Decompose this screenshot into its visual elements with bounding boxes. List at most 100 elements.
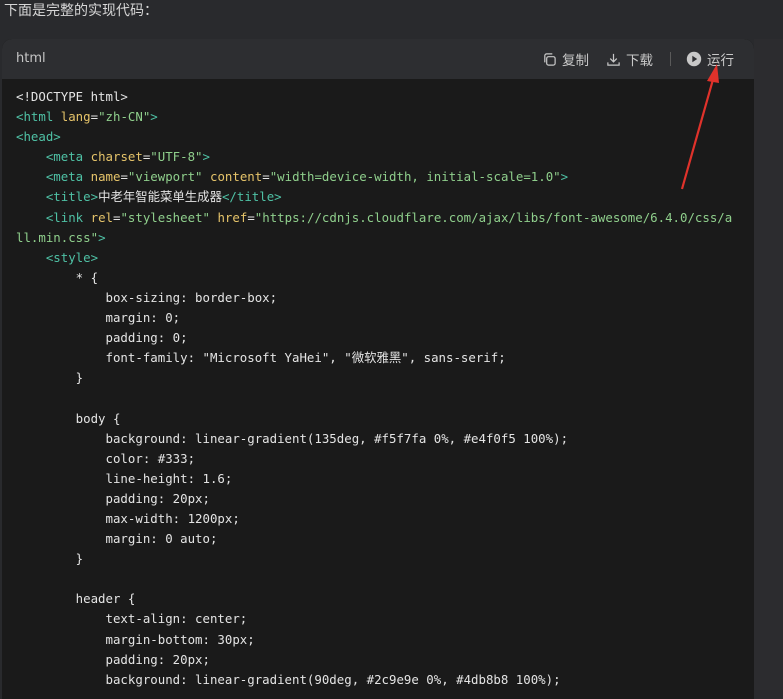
code-token: padding: 20px; — [16, 490, 210, 506]
code-token: "https://cdnjs.cloudflare.com/ajax/libs/… — [254, 209, 733, 225]
code-token: } — [16, 551, 84, 567]
code-line: margin: 0 auto; — [16, 529, 746, 549]
code-line: font-family: "Microsoft YaHei", "微软雅黑", … — [16, 348, 746, 368]
code-block-header: html 复制 下载 运行 — [2, 39, 754, 79]
code-token: padding: 20px; — [16, 651, 210, 667]
code-line: padding: 20px; — [16, 489, 746, 509]
code-line: <html lang="zh-CN"> — [16, 107, 746, 127]
code-token: margin-bottom: 30px; — [16, 631, 255, 647]
code-token: background: linear-gradient(135deg, #f5f… — [16, 430, 569, 446]
code-token: "stylesheet" — [120, 209, 210, 225]
intro-text: 下面是完整的实现代码： — [4, 3, 158, 19]
code-token: "width=device-width, initial-scale=1.0" — [269, 169, 561, 185]
code-token: content — [210, 169, 263, 185]
code-line: margin-bottom: 30px; — [16, 630, 746, 650]
code-token: header { — [16, 591, 136, 607]
code-content[interactable]: <!DOCTYPE html> <html lang="zh-CN"> <head>… — [16, 87, 746, 690]
code-line: padding: 0; — [16, 328, 746, 348]
copy-label: 复制 — [562, 53, 589, 69]
code-token: line-height: 1.6; — [16, 470, 233, 486]
copy-icon — [542, 52, 557, 67]
code-line: <head> — [16, 127, 746, 147]
code-token: rel — [90, 209, 113, 225]
run-label: 运行 — [707, 53, 734, 69]
code-token: margin: 0 auto; — [16, 531, 218, 547]
code-token: <!DOCTYPE html> — [16, 89, 128, 104]
code-token: ll.min.css" — [16, 229, 99, 245]
code-token: margin: 0; — [16, 310, 181, 326]
code-token: } — [16, 370, 84, 386]
code-line: background: linear-gradient(90deg, #2c9e… — [16, 670, 746, 690]
code-token: > — [202, 149, 210, 165]
code-token: <html — [16, 109, 61, 125]
code-token: background: linear-gradient(90deg, #2c9e… — [16, 671, 561, 687]
download-icon — [606, 52, 621, 67]
code-token: href — [217, 209, 248, 225]
code-token: color: #333; — [16, 450, 196, 466]
run-button[interactable]: 运行 — [686, 48, 734, 70]
code-token: = — [120, 169, 128, 185]
code-line: } — [16, 368, 746, 388]
code-token: "zh-CN" — [98, 109, 151, 125]
code-line: line-height: 1.6; — [16, 469, 746, 489]
code-token: font-family: "Microsoft YaHei", "微软雅黑", … — [16, 350, 506, 366]
code-token: = — [247, 209, 255, 225]
page-scrollbar[interactable] — [754, 39, 783, 690]
code-line: color: #333; — [16, 449, 746, 469]
play-circle-icon — [686, 51, 702, 67]
code-line: box-sizing: border-box; — [16, 288, 746, 308]
download-label: 下载 — [626, 53, 653, 69]
header-divider — [670, 52, 671, 66]
code-line: <title>中老年智能菜单生成器</title> — [16, 187, 746, 207]
code-token: <link — [45, 209, 91, 225]
code-token: <title> — [45, 189, 99, 205]
code-token: padding: 0; — [16, 330, 188, 346]
code-token: > — [560, 169, 569, 185]
code-token: * { — [16, 269, 99, 285]
code-token: = — [90, 109, 99, 125]
code-line: ​ — [16, 388, 746, 408]
code-line: <link rel="stylesheet" href="https://cdn… — [16, 208, 746, 228]
code-token: "UTF-8" — [150, 149, 203, 165]
code-token: > — [98, 229, 106, 245]
code-line: max-width: 1200px; — [16, 509, 746, 529]
code-language-label: html — [16, 51, 46, 66]
code-token: body { — [16, 410, 121, 426]
code-token: charset — [90, 149, 143, 165]
code-line: margin: 0; — [16, 308, 746, 328]
copy-button[interactable]: 复制 — [542, 48, 589, 70]
code-token: 中老年智能菜单生成器 — [98, 189, 222, 205]
code-line: ll.min.css"> — [16, 228, 746, 248]
code-token: text-align: center; — [16, 611, 248, 627]
code-line: <style> — [16, 248, 746, 268]
code-token: <meta — [45, 169, 91, 185]
code-token: lang — [60, 109, 91, 125]
code-block: html 复制 下载 运行 <!DOCTYPE html> <html lang… — [2, 39, 754, 699]
code-line: padding: 20px; — [16, 650, 746, 670]
code-line: <meta charset="UTF-8"> — [16, 147, 746, 167]
code-line: background: linear-gradient(135deg, #f5f… — [16, 429, 746, 449]
code-line: ​ — [16, 569, 746, 589]
code-token: name — [90, 169, 121, 185]
code-token: max-width: 1200px; — [16, 510, 240, 526]
code-line: <meta name="viewport" content="width=dev… — [16, 167, 746, 187]
code-token: <style> — [45, 249, 99, 265]
code-token: "viewport" — [127, 169, 203, 185]
code-token: > — [150, 109, 158, 125]
code-line: <!DOCTYPE html> — [16, 87, 746, 107]
code-line: header { — [16, 589, 746, 609]
code-line: * { — [16, 268, 746, 288]
code-line: body { — [16, 409, 746, 429]
code-line: } — [16, 549, 746, 569]
code-token: <meta — [45, 149, 91, 165]
code-token: box-sizing: border-box; — [16, 289, 278, 305]
code-token: </title> — [221, 189, 282, 205]
download-button[interactable]: 下载 — [606, 48, 653, 70]
code-token: <head> — [16, 129, 61, 145]
code-token: = — [262, 169, 270, 185]
code-line: text-align: center; — [16, 609, 746, 629]
